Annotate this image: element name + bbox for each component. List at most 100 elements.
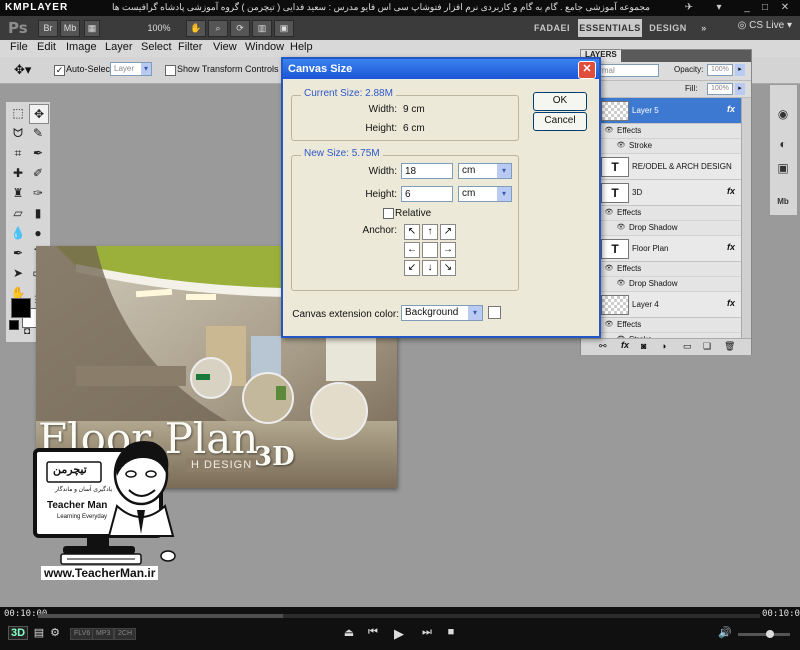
layer-effects-icon[interactable]: fx bbox=[727, 242, 735, 252]
healing-brush-icon[interactable]: ✚ bbox=[9, 164, 27, 182]
visibility-eye-icon[interactable]: 👁 bbox=[603, 126, 615, 134]
extension-color-select[interactable]: Background ▾ bbox=[401, 305, 483, 321]
path-select-icon[interactable]: ➤ bbox=[9, 264, 27, 282]
opacity-input[interactable]: 100% bbox=[707, 64, 733, 76]
mini-bridge-panel-icon[interactable]: Mb bbox=[774, 193, 792, 211]
menu-view[interactable]: View bbox=[213, 41, 237, 53]
menu-layer[interactable]: Layer bbox=[105, 41, 133, 53]
anchor-nw-button[interactable]: ↖ bbox=[404, 224, 420, 240]
pin-icon[interactable]: ✈ bbox=[682, 1, 696, 14]
anchor-w-button[interactable]: ← bbox=[404, 242, 420, 258]
lasso-tool-icon[interactable]: ᗢ bbox=[9, 124, 27, 142]
history-brush-icon[interactable]: ✑ bbox=[29, 184, 47, 202]
width-unit-select[interactable]: cm ▾ bbox=[458, 163, 512, 179]
relative-checkbox[interactable] bbox=[383, 207, 394, 219]
visibility-eye-icon[interactable]: 👁 bbox=[615, 223, 627, 231]
next-icon[interactable]: ⏭ bbox=[420, 626, 434, 639]
color-panel-icon[interactable]: ◉ bbox=[774, 105, 792, 123]
anchor-center-button[interactable] bbox=[422, 242, 438, 258]
masks-panel-icon[interactable]: ▣ bbox=[774, 159, 792, 177]
window-menu-icon[interactable]: ▾ bbox=[712, 1, 726, 14]
height-unit-select[interactable]: cm ▾ bbox=[458, 186, 512, 202]
new-group-icon[interactable]: ▭ bbox=[683, 341, 692, 352]
show-transform-checkbox[interactable] bbox=[165, 64, 176, 76]
bridge-button[interactable]: Br bbox=[38, 20, 58, 37]
menu-filter[interactable]: Filter bbox=[178, 41, 202, 53]
move-tool-preset-icon[interactable]: ✥▾ bbox=[14, 62, 31, 78]
quick-select-tool-icon[interactable]: ✎ bbox=[29, 124, 47, 142]
cancel-button[interactable]: Cancel bbox=[533, 112, 587, 131]
workspace-fadaei[interactable]: FADAEI bbox=[530, 19, 574, 37]
menu-image[interactable]: Image bbox=[66, 41, 97, 53]
effect-row[interactable]: 👁 Drop Shadow bbox=[581, 221, 741, 236]
anchor-e-button[interactable]: → bbox=[440, 242, 456, 258]
add-mask-icon[interactable]: ◙ bbox=[641, 341, 646, 351]
cs-live-button[interactable]: ◎ CS Live ▾ bbox=[738, 20, 792, 31]
workspace-design[interactable]: DESIGN bbox=[646, 19, 690, 37]
adjustments-panel-icon[interactable]: ◐ bbox=[774, 135, 792, 153]
auto-select-dropdown[interactable]: Layer ▾ bbox=[110, 62, 152, 76]
width-input[interactable]: 18 bbox=[401, 163, 453, 179]
visibility-eye-icon[interactable]: 👁 bbox=[615, 279, 627, 287]
effects-row[interactable]: 👁 Effects bbox=[581, 262, 741, 277]
visibility-eye-icon[interactable]: 👁 bbox=[603, 208, 615, 216]
minimize-icon[interactable]: _ bbox=[740, 1, 754, 14]
dialog-title-bar[interactable]: Canvas Size bbox=[283, 59, 599, 79]
view-extras-button[interactable]: ▦ bbox=[84, 20, 100, 37]
eyedropper-tool-icon[interactable]: ✒ bbox=[29, 144, 47, 162]
layer-effects-icon[interactable]: fx bbox=[727, 298, 735, 308]
close-icon[interactable]: ✕ bbox=[578, 61, 596, 79]
menu-edit[interactable]: Edit bbox=[37, 41, 56, 53]
maximize-icon[interactable]: □ bbox=[758, 1, 772, 14]
layer-effects-icon[interactable]: fx bbox=[727, 186, 735, 196]
clone-stamp-icon[interactable]: ♜ bbox=[9, 184, 27, 202]
blur-tool-icon[interactable]: 💧 bbox=[9, 224, 27, 242]
ok-button[interactable]: OK bbox=[533, 92, 587, 111]
adjustment-layer-icon[interactable]: ◑ bbox=[661, 341, 666, 351]
anchor-s-button[interactable]: ↓ bbox=[422, 260, 438, 276]
extension-color-swatch[interactable] bbox=[488, 306, 501, 319]
visibility-eye-icon[interactable]: 👁 bbox=[615, 141, 627, 149]
anchor-sw-button[interactable]: ↙ bbox=[404, 260, 420, 276]
zoom-level[interactable]: 100% bbox=[140, 20, 178, 37]
menu-window[interactable]: Window bbox=[245, 41, 284, 53]
3d-mode-button[interactable]: 3D bbox=[8, 626, 29, 640]
minibridge-button[interactable]: Mb bbox=[60, 20, 80, 37]
eject-icon[interactable]: ⏏ bbox=[342, 626, 356, 639]
crop-tool-icon[interactable]: ⌗ bbox=[9, 144, 27, 162]
link-layers-icon[interactable]: ⚯ bbox=[599, 341, 607, 352]
menu-file[interactable]: File bbox=[10, 41, 28, 53]
quick-mask-icon[interactable]: ◘ bbox=[18, 323, 36, 341]
auto-select-checkbox[interactable]: ✓ bbox=[54, 64, 65, 76]
fill-slider-icon[interactable]: ▸ bbox=[735, 83, 745, 95]
layer-row[interactable]: 👁TRE/ODEL & ARCH DESIGN bbox=[581, 154, 741, 180]
add-style-icon[interactable]: fx bbox=[621, 340, 629, 350]
stop-icon[interactable]: ■ bbox=[444, 626, 458, 638]
visibility-eye-icon[interactable]: 👁 bbox=[603, 320, 615, 328]
anchor-se-button[interactable]: ↘ bbox=[440, 260, 456, 276]
layer-row[interactable]: 👁T3Dfx bbox=[581, 180, 741, 206]
brush-tool-icon[interactable]: ✐ bbox=[29, 164, 47, 182]
hand-tool-button[interactable]: ✋ bbox=[186, 20, 206, 37]
settings-gear-icon[interactable]: ⚙ bbox=[48, 626, 62, 639]
marquee-tool-icon[interactable]: ⬚ bbox=[9, 104, 27, 122]
new-layer-icon[interactable]: ❏ bbox=[703, 341, 711, 352]
effects-row[interactable]: 👁 Effects bbox=[581, 318, 741, 333]
play-icon[interactable]: ▶ bbox=[392, 626, 406, 642]
layer-row[interactable]: 👁Layer 5fx bbox=[581, 98, 741, 124]
rotate-view-button[interactable]: ⟳ bbox=[230, 20, 250, 37]
anchor-ne-button[interactable]: ↗ bbox=[440, 224, 456, 240]
anchor-n-button[interactable]: ↑ bbox=[422, 224, 438, 240]
foreground-color-front[interactable] bbox=[11, 298, 31, 318]
effect-row[interactable]: 👁 Drop Shadow bbox=[581, 277, 741, 292]
volume-slider[interactable] bbox=[738, 630, 790, 638]
menu-select[interactable]: Select bbox=[141, 41, 172, 53]
seek-bar[interactable] bbox=[38, 614, 760, 618]
layer-row[interactable]: 👁Layer 4fx bbox=[581, 292, 741, 318]
height-input[interactable]: 6 bbox=[401, 186, 453, 202]
fill-input[interactable]: 100% bbox=[707, 83, 733, 95]
more-workspaces-button[interactable]: » bbox=[694, 19, 714, 37]
visibility-eye-icon[interactable]: 👁 bbox=[603, 264, 615, 272]
eraser-tool-icon[interactable]: ▱ bbox=[9, 204, 27, 222]
screen-mode-button[interactable]: ▣ bbox=[274, 20, 294, 37]
